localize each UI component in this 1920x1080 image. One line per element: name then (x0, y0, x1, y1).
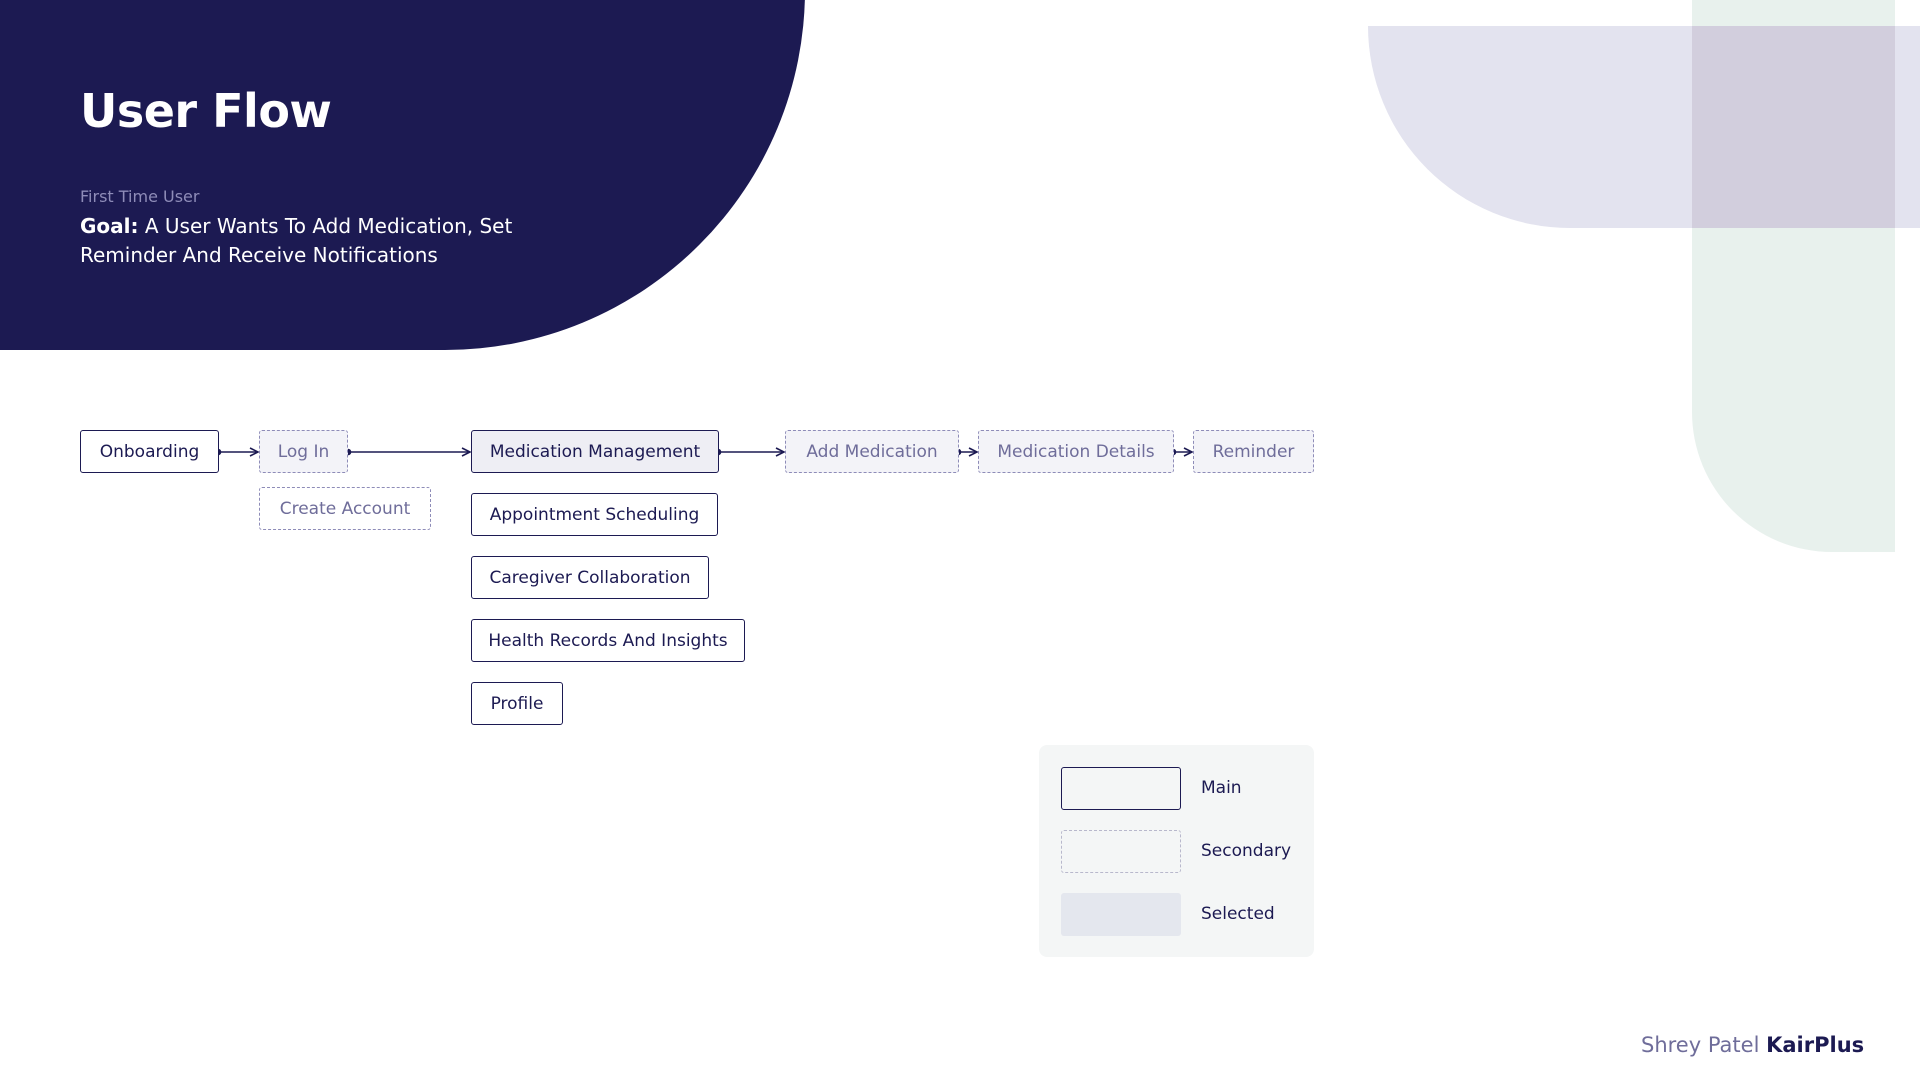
legend-label-selected: Selected (1201, 904, 1275, 924)
footer-credit: Shrey Patel KairPlus (1641, 1033, 1864, 1057)
flow-node-log-in[interactable]: Log In (259, 430, 348, 473)
flow-node-appointment-scheduling[interactable]: Appointment Scheduling (471, 493, 718, 536)
decorative-overlap-shape (1692, 26, 1895, 228)
legend-swatch-secondary (1061, 830, 1181, 873)
footer-author: Shrey Patel (1641, 1033, 1760, 1057)
legend-swatch-selected (1061, 893, 1181, 936)
flow-node-medication-details[interactable]: Medication Details (978, 430, 1174, 473)
legend-panel: Main Secondary Selected (1039, 745, 1314, 957)
page-title: User Flow (80, 84, 332, 138)
goal-statement: Goal: A User Wants To Add Medication, Se… (80, 212, 600, 270)
flow-node-profile[interactable]: Profile (471, 682, 563, 725)
goal-label: Goal: (80, 214, 139, 238)
flow-node-reminder[interactable]: Reminder (1193, 430, 1314, 473)
flow-node-add-medication[interactable]: Add Medication (785, 430, 959, 473)
flow-node-onboarding[interactable]: Onboarding (80, 430, 219, 473)
legend-label-secondary: Secondary (1201, 841, 1292, 861)
flow-node-medication-management[interactable]: Medication Management (471, 430, 719, 473)
flow-node-health-records[interactable]: Health Records And Insights (471, 619, 745, 662)
flow-node-caregiver-collaboration[interactable]: Caregiver Collaboration (471, 556, 709, 599)
legend-swatch-main (1061, 767, 1181, 810)
goal-text: A User Wants To Add Medication, Set Remi… (80, 214, 513, 267)
flow-node-create-account[interactable]: Create Account (259, 487, 431, 530)
page-subtitle: First Time User (80, 187, 200, 206)
header-banner (0, 0, 805, 350)
footer-brand: KairPlus (1766, 1033, 1865, 1057)
legend-label-main: Main (1201, 778, 1242, 798)
